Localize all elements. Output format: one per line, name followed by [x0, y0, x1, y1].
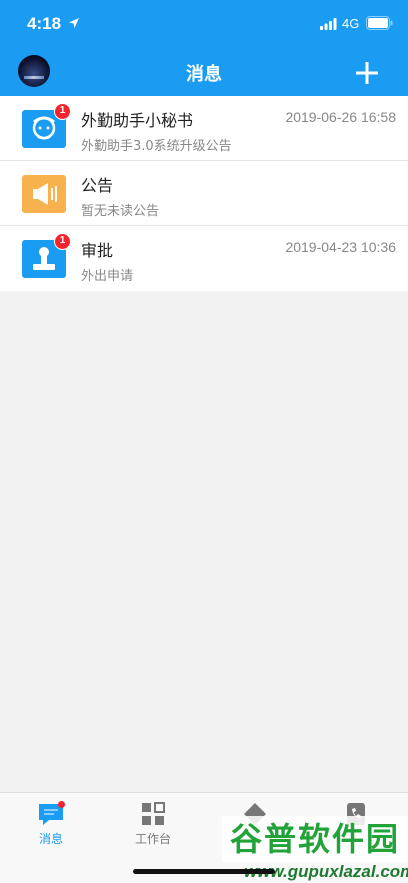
message-subtitle: 外出申请 — [81, 269, 134, 284]
message-list: 1 外勤助手小秘书 外勤助手3.0系统升级公告 2019-06-26 16:58… — [0, 96, 408, 291]
message-title: 公告 — [81, 176, 114, 195]
status-bar: 4:18 4G — [0, 0, 408, 48]
message-row-assistant[interactable]: 1 外勤助手小秘书 外勤助手3.0系统升级公告 2019-06-26 16:58 — [0, 96, 408, 161]
home-indicator[interactable] — [133, 869, 275, 874]
message-time: 2019-04-23 10:36 — [285, 239, 396, 255]
megaphone-icon — [22, 175, 66, 213]
message-subtitle: 外勤助手3.0系统升级公告 — [81, 139, 232, 154]
page-title: 消息 — [186, 64, 222, 85]
app-header: 4:18 4G 消息 — [0, 0, 408, 96]
location-arrow-icon — [69, 18, 79, 28]
message-row-approval[interactable]: 1 审批 外出申请 2019-04-23 10:36 — [0, 226, 408, 291]
add-icon[interactable] — [352, 58, 382, 88]
message-time: 2019-06-26 16:58 — [285, 109, 396, 125]
tab-workbench[interactable]: 工作台 — [113, 801, 193, 846]
tab-unread-dot — [58, 801, 65, 808]
message-title: 外勤助手小秘书 — [81, 111, 194, 130]
tab-label: 消息 — [38, 832, 63, 846]
status-time: 4:18 — [27, 14, 62, 33]
network-type: 4G — [342, 16, 360, 31]
message-subtitle: 暂无未读公告 — [81, 204, 160, 219]
unread-badge: 1 — [54, 103, 71, 120]
tab-messages[interactable]: 消息 — [11, 801, 91, 846]
watermark-text: 谷普软件园 — [222, 816, 408, 862]
grid-icon — [142, 802, 165, 825]
message-row-announcement[interactable]: 公告 暂无未读公告 — [0, 161, 408, 226]
cell-signal-icon — [320, 18, 337, 30]
battery-icon — [366, 16, 393, 30]
message-title: 审批 — [81, 241, 114, 260]
tab-label: 工作台 — [134, 832, 171, 846]
unread-badge: 1 — [54, 233, 71, 250]
